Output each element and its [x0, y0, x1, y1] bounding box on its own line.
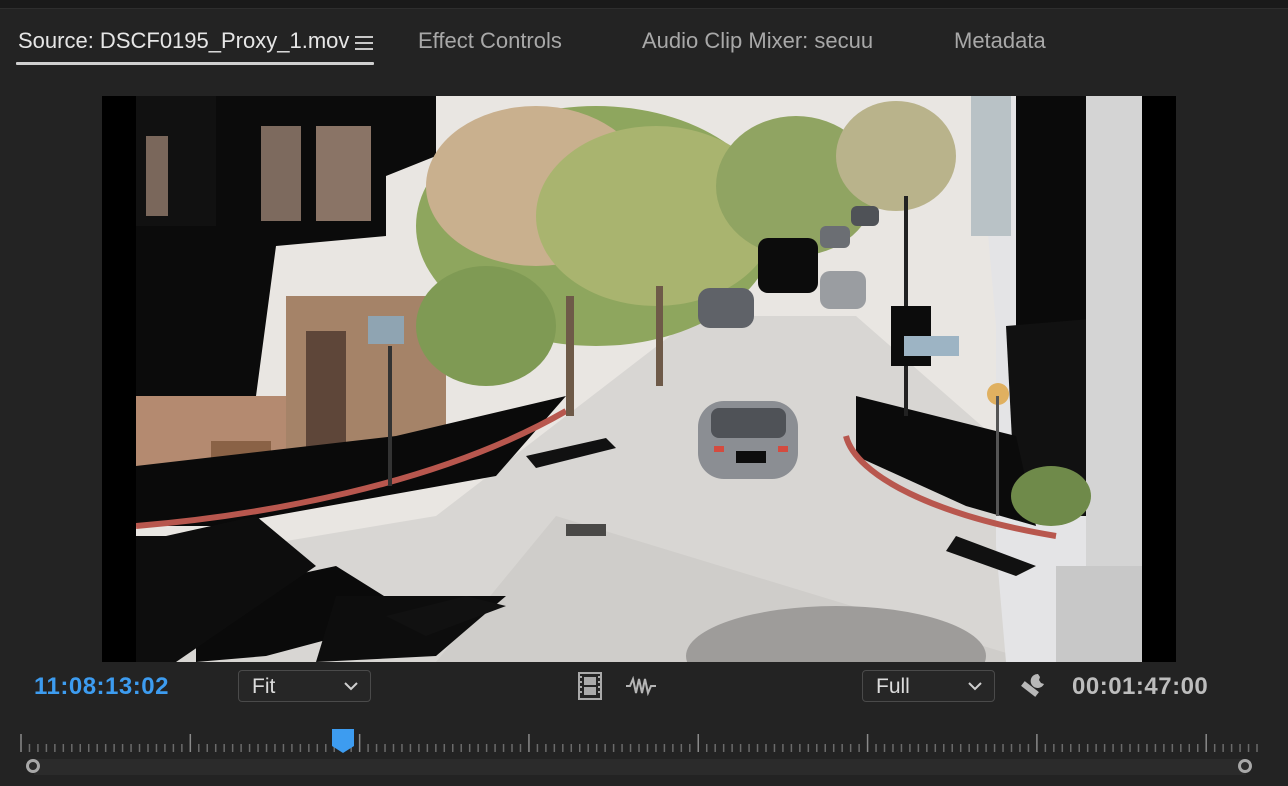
panel-tab-bar: Source: DSCF0195_Proxy_1.mov Effect Cont… — [0, 20, 1288, 68]
current-timecode[interactable]: 11:08:13:02 — [34, 673, 169, 701]
zoom-scrollbar-track[interactable] — [34, 759, 1246, 775]
active-tab-indicator — [16, 62, 374, 65]
chevron-down-icon — [344, 682, 358, 691]
top-panel-edge — [0, 0, 1288, 9]
video-frame-image — [136, 96, 1142, 662]
playhead-marker[interactable] — [331, 728, 355, 754]
hamburger-menu-icon[interactable] — [355, 36, 373, 50]
video-frame — [136, 96, 1142, 662]
tab-metadata[interactable]: Metadata — [954, 28, 1046, 54]
audio-waveform-icon[interactable] — [626, 675, 656, 701]
zoom-level-dropdown[interactable]: Fit — [238, 670, 371, 702]
playback-resolution-dropdown[interactable]: Full — [862, 670, 995, 702]
playback-resolution-value: Full — [876, 675, 910, 698]
time-ruler[interactable] — [20, 732, 1260, 754]
zoom-scrollbar-left-handle[interactable] — [26, 759, 40, 773]
duration-timecode: 00:01:47:00 — [1072, 673, 1209, 700]
tab-source[interactable]: Source: DSCF0195_Proxy_1.mov — [18, 28, 349, 54]
wrench-icon[interactable] — [1018, 672, 1050, 707]
zoom-level-value: Fit — [252, 675, 276, 698]
tab-audio-clip-mixer[interactable]: Audio Clip Mixer: secuu — [642, 28, 873, 54]
chevron-down-icon — [968, 682, 982, 691]
zoom-scrollbar-right-handle[interactable] — [1238, 759, 1252, 773]
source-monitor-viewer[interactable] — [102, 96, 1176, 662]
tab-effect-controls[interactable]: Effect Controls — [418, 28, 562, 54]
film-strip-icon[interactable] — [578, 672, 602, 705]
